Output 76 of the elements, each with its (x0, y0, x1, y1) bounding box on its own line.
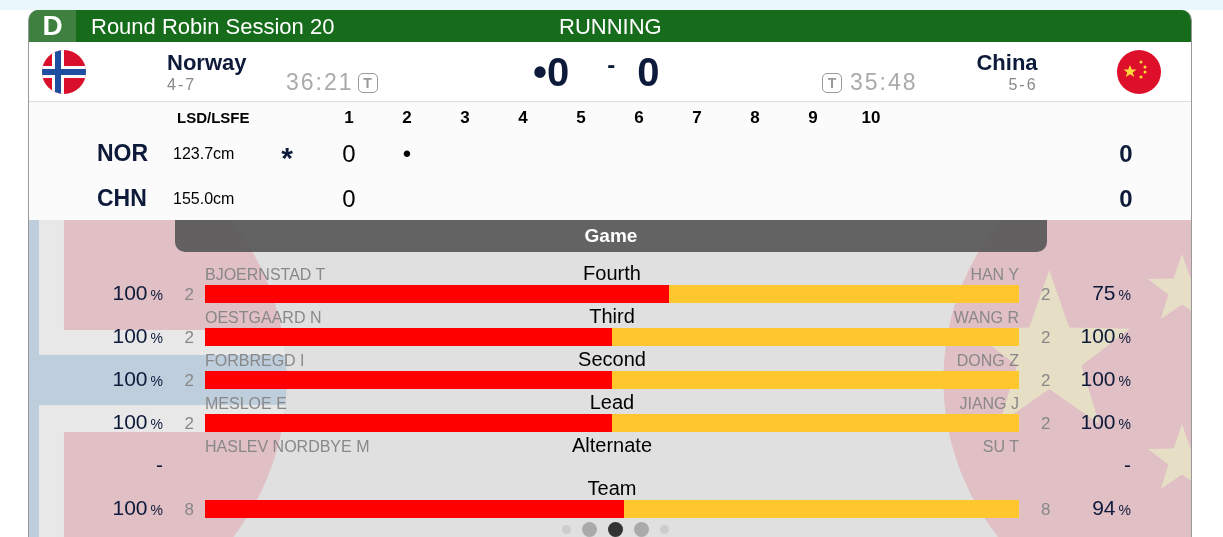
player-name: SU T (981, 439, 1019, 455)
end-count: 2 (1041, 286, 1051, 303)
team-score: •0 (533, 48, 570, 96)
end-score: • (402, 138, 412, 169)
end-number: 3 (459, 107, 471, 130)
end-number: 7 (691, 107, 703, 130)
score-separator: - (607, 49, 616, 80)
player-name: FORBREGD I (205, 353, 306, 369)
end-number: 1 (343, 107, 355, 130)
position-label: Team (587, 478, 637, 498)
time-remaining: 36:21 (286, 68, 354, 98)
player-name: HAN Y (969, 267, 1019, 283)
end-score: 0 (342, 138, 356, 169)
right-percentage: 75% (1092, 282, 1131, 303)
team-code: CHN (97, 184, 148, 214)
left-percentage: 100% (112, 325, 163, 346)
timeout-badge: T (822, 72, 842, 93)
lsd-heading: LSD/LSFE (176, 107, 251, 128)
end-count: 2 (1041, 372, 1051, 389)
left-percentage: - (156, 454, 163, 475)
end-count: 8 (1041, 501, 1051, 518)
end-number: 10 (860, 107, 882, 130)
end-number: 9 (807, 107, 819, 130)
left-percentage: 100% (112, 368, 163, 389)
total-score: 0 (1118, 138, 1134, 169)
end-count: 2 (184, 329, 194, 346)
end-count: 2 (1041, 329, 1051, 346)
left-percentage: 100% (112, 411, 163, 432)
team-record: 5-6 (1008, 75, 1038, 94)
team-score: 0 (637, 48, 660, 96)
end-count: 2 (184, 415, 194, 432)
lsd-distance: 123.7cm (173, 143, 236, 164)
team-name: Norway (167, 49, 248, 76)
position-label: Second (578, 349, 646, 369)
player-name: MESLOE E (205, 396, 288, 412)
player-name: JIANG J (958, 396, 1019, 412)
player-name: HASLEV NORDBYE M (205, 439, 371, 455)
left-percentage: 100% (112, 497, 163, 518)
end-score: 0 (342, 183, 356, 214)
timeout-badge: T (357, 72, 378, 93)
stats-header: Game (175, 220, 1047, 252)
team-code: NOR (97, 139, 150, 169)
end-count: 8 (184, 501, 194, 518)
position-label: Third (589, 306, 635, 326)
end-number: 8 (749, 107, 761, 130)
position-label: Lead (589, 392, 635, 412)
end-count: 2 (184, 372, 194, 389)
draw-badge: D (29, 10, 76, 42)
player-name: DONG Z (955, 353, 1019, 369)
left-percentage: 100% (112, 282, 163, 303)
right-percentage: 94% (1092, 497, 1131, 518)
end-count: 2 (184, 286, 194, 303)
end-count: 2 (1041, 415, 1051, 432)
position-label: Fourth (583, 263, 641, 283)
right-percentage: 100% (1080, 411, 1131, 432)
end-number: 2 (401, 107, 413, 130)
norway-flag-icon (42, 49, 86, 94)
player-name: WANG R (952, 310, 1019, 326)
player-name: BJOERNSTAD T (205, 267, 327, 283)
team-name: China (976, 49, 1038, 76)
china-flag-icon (1116, 49, 1161, 94)
right-percentage: 100% (1080, 325, 1131, 346)
right-percentage: 100% (1080, 368, 1131, 389)
hammer-marker: * (281, 142, 293, 173)
end-number: 4 (517, 107, 529, 130)
total-score: 0 (1118, 183, 1134, 214)
team-record: 4-7 (167, 75, 198, 94)
session-title: Round Robin Session 20 (91, 12, 335, 41)
right-percentage: - (1124, 454, 1131, 475)
end-number: 5 (575, 107, 587, 130)
end-number: 6 (633, 107, 645, 130)
game-status: RUNNING (559, 12, 662, 41)
lsd-distance: 155.0cm (173, 188, 236, 209)
position-label: Alternate (571, 435, 653, 455)
player-name: OESTGAARD N (205, 310, 323, 326)
time-remaining: 35:48 (850, 68, 918, 98)
